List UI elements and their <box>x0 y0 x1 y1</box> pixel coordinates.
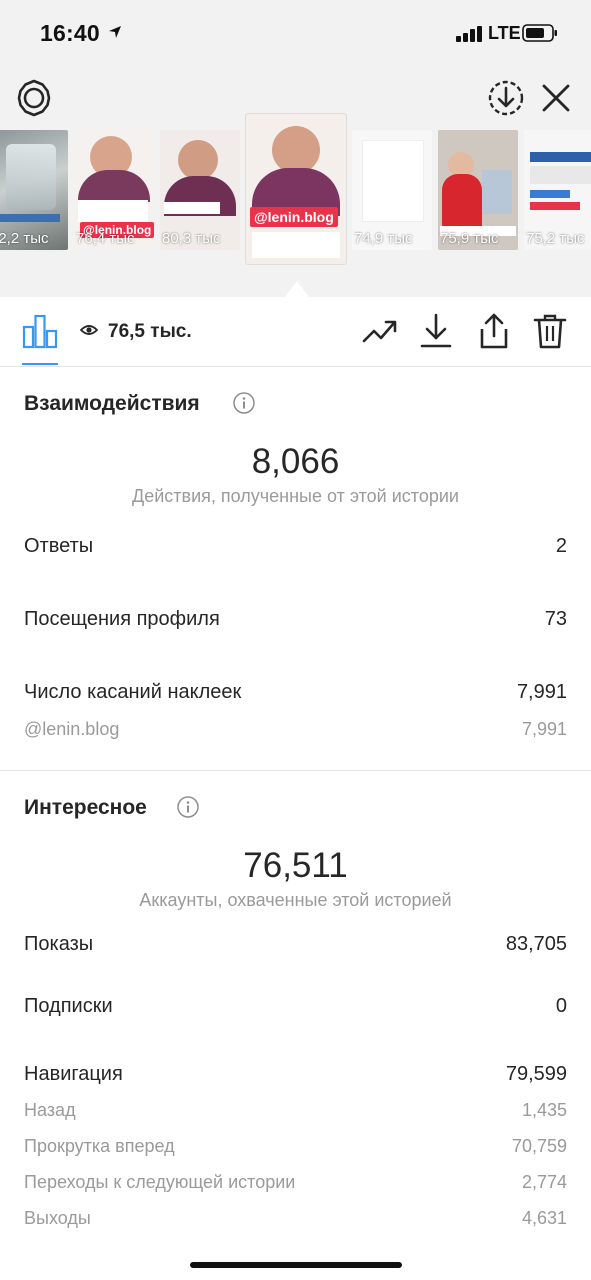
discovery-title: Интересное <box>24 796 147 819</box>
story-thumbnail[interactable]: 75,9 тыс <box>438 130 518 250</box>
next-story-value: 2,774 <box>521 1172 567 1192</box>
story-thumbnail[interactable]: 74,9 тыс <box>352 130 432 250</box>
exits-label: Выходы <box>24 1208 91 1228</box>
active-tab-indicator <box>22 363 58 365</box>
download-icon[interactable] <box>416 311 456 351</box>
story-views: 76,4 тыс <box>76 230 135 247</box>
story-thumbnail[interactable]: @lenin.blog 76,4 тыс <box>74 130 154 250</box>
battery-icon <box>522 24 557 42</box>
exits-value: 4,631 <box>521 1208 567 1228</box>
bar-chart-icon[interactable] <box>22 313 58 349</box>
navigation-value: 79,599 <box>505 1063 567 1085</box>
back-value: 1,435 <box>521 1100 567 1120</box>
cellular-signal-icon <box>456 26 482 42</box>
interactions-caption: Действия, полученные от этой истории <box>132 486 459 506</box>
story-header: 16:40 LTE 82,2 тыс <box>0 0 591 297</box>
trash-icon[interactable] <box>530 311 570 351</box>
status-time: 16:40 <box>40 20 100 46</box>
story-strip[interactable]: 82,2 тыс @lenin.blog 76,4 тыс 80,3 тыс @… <box>0 114 591 270</box>
mention-sticker-value: 7,991 <box>521 719 567 739</box>
insights-toolbar: 76,5 тыс. <box>0 297 591 367</box>
profile-visits-value: 73 <box>544 608 567 630</box>
interactions-total: 8,066 <box>251 442 340 481</box>
back-label: Назад <box>24 1100 76 1120</box>
location-arrow-icon <box>109 26 121 38</box>
impressions-value: 83,705 <box>505 933 567 955</box>
save-story-icon[interactable] <box>486 78 526 118</box>
story-thumbnail[interactable]: 75,2 тыс <box>524 130 591 250</box>
close-icon[interactable] <box>538 80 574 116</box>
eye-icon <box>80 325 98 335</box>
sticker-taps-value: 7,991 <box>516 681 567 703</box>
interactions-title: Взаимодействия <box>24 392 200 415</box>
next-story-label: Переходы к следующей истории <box>24 1172 296 1192</box>
info-icon[interactable] <box>233 392 255 414</box>
reach-caption: Аккаунты, охваченные этой историей <box>139 890 452 910</box>
story-views: 74,9 тыс <box>354 230 413 247</box>
forward-label: Прокрутка вперед <box>24 1136 175 1156</box>
home-indicator[interactable] <box>190 1262 402 1268</box>
settings-gear-icon[interactable] <box>14 78 54 118</box>
story-views: 75,9 тыс <box>440 230 499 247</box>
divider <box>0 770 591 771</box>
info-icon[interactable] <box>177 796 199 818</box>
story-views: 80,3 тыс <box>162 230 221 247</box>
promote-trend-icon[interactable] <box>360 311 400 351</box>
story-thumbnail[interactable]: 82,2 тыс <box>0 130 68 250</box>
divider <box>0 366 591 367</box>
mention-sticker-label: @lenin.blog <box>24 719 120 739</box>
reach-total: 76,511 <box>243 846 348 885</box>
selected-story-pointer <box>285 281 309 297</box>
profile-visits-label: Посещения профиля <box>24 608 220 630</box>
story-thumbnail[interactable]: 80,3 тыс <box>160 130 240 250</box>
follows-value: 0 <box>555 995 567 1017</box>
replies-value: 2 <box>555 535 567 557</box>
views-count: 76,5 тыс. <box>108 321 192 342</box>
forward-value: 70,759 <box>511 1136 567 1156</box>
status-bar: 16:40 LTE <box>0 0 591 66</box>
story-thumbnail-selected[interactable]: @lenin.blog <box>246 114 346 264</box>
network-type: LTE <box>488 23 521 43</box>
impressions-label: Показы <box>24 933 94 955</box>
share-icon[interactable] <box>474 311 514 351</box>
story-views: 82,2 тыс <box>0 230 49 247</box>
story-mention-tag: @lenin.blog <box>250 207 338 227</box>
follows-label: Подписки <box>24 995 113 1017</box>
bottom-fade <box>0 1230 591 1280</box>
navigation-label: Навигация <box>24 1063 123 1085</box>
sticker-taps-label: Число касаний наклеек <box>24 681 242 703</box>
story-views: 75,2 тыс <box>526 230 585 247</box>
replies-label: Ответы <box>24 535 94 557</box>
